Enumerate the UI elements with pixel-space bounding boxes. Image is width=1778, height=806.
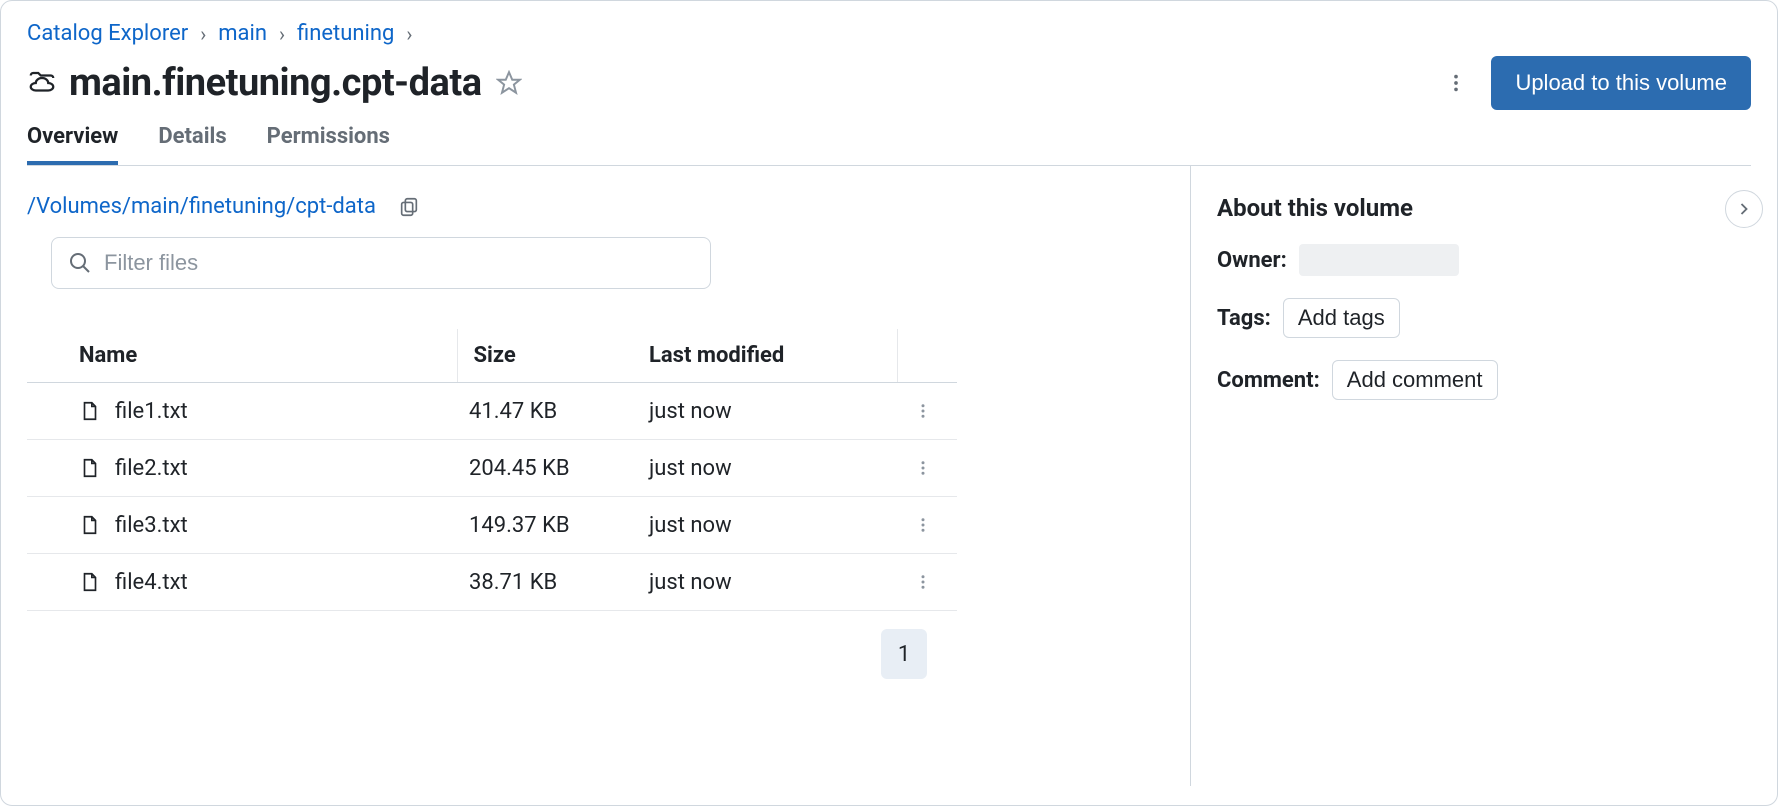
search-icon: [68, 251, 92, 275]
column-header-modified[interactable]: Last modified: [637, 329, 897, 383]
file-size: 204.45 KB: [457, 440, 637, 497]
chevron-right-icon: ›: [279, 22, 285, 46]
volume-cloud-icon: [27, 68, 57, 98]
page-1-button[interactable]: 1: [881, 629, 927, 679]
files-table: Name Size Last modified file1.txt 41.47 …: [27, 329, 957, 611]
breadcrumb-main[interactable]: main: [218, 21, 267, 46]
chevron-right-icon: ›: [200, 22, 206, 46]
breadcrumb: Catalog Explorer › main › finetuning ›: [27, 21, 1751, 46]
row-actions-button[interactable]: [909, 454, 937, 482]
file-name: file3.txt: [115, 513, 188, 538]
file-icon: [79, 514, 101, 536]
file-name: file4.txt: [115, 570, 188, 595]
filter-files-input[interactable]: [104, 250, 694, 276]
row-actions-button[interactable]: [909, 397, 937, 425]
file-modified: just now: [637, 383, 897, 440]
breadcrumb-catalog-explorer[interactable]: Catalog Explorer: [27, 21, 188, 46]
file-size: 38.71 KB: [457, 554, 637, 611]
file-icon: [79, 571, 101, 593]
chevron-right-icon: ›: [406, 22, 412, 46]
upload-button[interactable]: Upload to this volume: [1491, 56, 1751, 110]
favorite-star-button[interactable]: [494, 68, 524, 98]
file-modified: just now: [637, 554, 897, 611]
comment-label: Comment:: [1217, 368, 1320, 393]
column-header-size[interactable]: Size: [457, 329, 637, 383]
row-actions-button[interactable]: [909, 511, 937, 539]
column-header-name[interactable]: Name: [27, 329, 457, 383]
row-actions-button[interactable]: [909, 568, 937, 596]
file-icon: [79, 400, 101, 422]
owner-value: [1299, 244, 1459, 276]
copy-path-button[interactable]: [398, 196, 420, 218]
file-modified: just now: [637, 497, 897, 554]
owner-label: Owner:: [1217, 248, 1287, 273]
column-header-actions: [897, 329, 957, 383]
file-size: 149.37 KB: [457, 497, 637, 554]
tab-details[interactable]: Details: [158, 124, 226, 165]
about-volume-heading: About this volume: [1217, 194, 1741, 222]
table-row[interactable]: file4.txt 38.71 KB just now: [27, 554, 957, 611]
file-icon: [79, 457, 101, 479]
tab-permissions[interactable]: Permissions: [267, 124, 390, 165]
volume-path-link[interactable]: /Volumes/main/finetuning/cpt-data: [27, 194, 376, 219]
pagination: 1: [27, 629, 927, 679]
file-name: file2.txt: [115, 456, 188, 481]
page-title: main.finetuning.cpt-data: [69, 61, 482, 105]
add-tags-button[interactable]: Add tags: [1283, 298, 1400, 338]
file-size: 41.47 KB: [457, 383, 637, 440]
more-actions-button[interactable]: [1441, 68, 1471, 98]
file-name: file1.txt: [115, 399, 188, 424]
filter-files-field[interactable]: [51, 237, 711, 289]
tags-label: Tags:: [1217, 306, 1271, 331]
file-modified: just now: [637, 440, 897, 497]
tab-bar: Overview Details Permissions: [27, 124, 1751, 166]
table-row[interactable]: file3.txt 149.37 KB just now: [27, 497, 957, 554]
table-row[interactable]: file1.txt 41.47 KB just now: [27, 383, 957, 440]
add-comment-button[interactable]: Add comment: [1332, 360, 1498, 400]
tab-overview[interactable]: Overview: [27, 124, 118, 165]
breadcrumb-finetuning[interactable]: finetuning: [297, 21, 394, 46]
table-row[interactable]: file2.txt 204.45 KB just now: [27, 440, 957, 497]
collapse-panel-button[interactable]: [1725, 190, 1763, 228]
